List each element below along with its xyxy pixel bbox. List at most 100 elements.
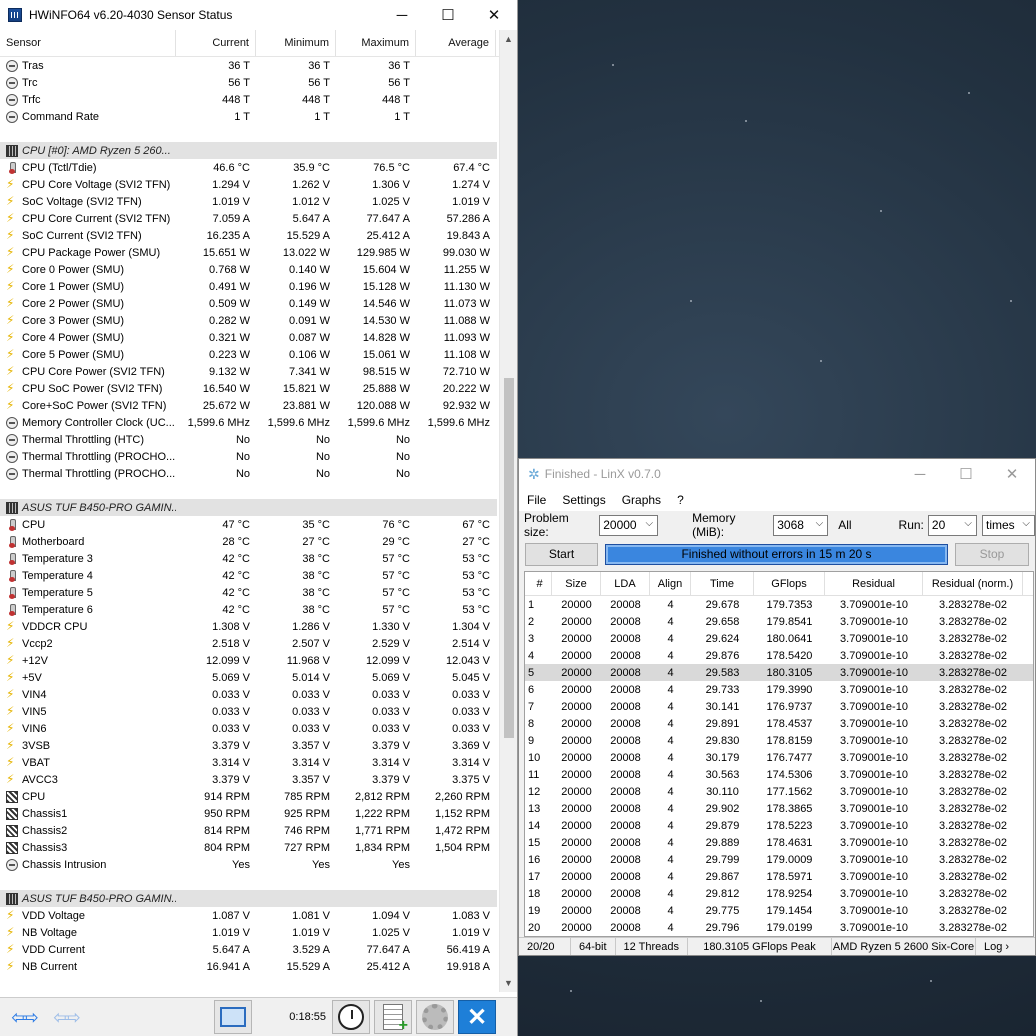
sensor-row[interactable]: Motherboard 28 °C 27 °C 29 °C 27 °C: [0, 533, 497, 550]
sensor-row[interactable]: VIN4 0.033 V 0.033 V 0.033 V 0.033 V: [0, 686, 497, 703]
sensor-row[interactable]: CPU Core Power (SVI2 TFN) 9.132 W 7.341 W 9…: [0, 363, 497, 380]
result-row[interactable]: 14 20000 20008 4 29.879 178.5223 3.709001e-10 3…: [525, 817, 1033, 834]
sensor-row[interactable]: Thermal Throttling (HTC) No No No: [0, 431, 497, 448]
sensor-list-scrollbar[interactable]: ▲ ▼: [499, 30, 517, 992]
column-header-current[interactable]: Current: [176, 30, 256, 56]
clock-button[interactable]: [332, 1000, 370, 1034]
memory-combo[interactable]: 3068 ⌵: [773, 514, 829, 536]
menu-help[interactable]: ?: [669, 493, 692, 507]
column-header-size[interactable]: Size: [552, 572, 601, 595]
report-button[interactable]: [374, 1000, 412, 1035]
result-row[interactable]: 2 20000 20008 4 29.658 179.8541 3.709001e-10 3.…: [525, 613, 1033, 630]
column-header-time[interactable]: Time: [691, 572, 754, 595]
sensor-row[interactable]: NB Voltage 1.019 V 1.019 V 1.025 V 1.019 V: [0, 924, 497, 941]
column-header-minimum[interactable]: Minimum: [256, 30, 336, 56]
result-row[interactable]: 9 20000 20008 4 29.830 178.8159 3.709001e-10 3.…: [525, 732, 1033, 749]
sensor-row[interactable]: CPU Core Current (SVI2 TFN) 7.059 A 5.647 …: [0, 210, 497, 227]
column-header-lda[interactable]: LDA: [601, 572, 650, 595]
sensor-row[interactable]: Trfc 448 T 448 T 448 T: [0, 91, 497, 108]
sensor-row[interactable]: CPU 914 RPM 785 RPM 2,812 RPM 2,260 RPM: [0, 788, 497, 805]
result-row[interactable]: 13 20000 20008 4 29.902 178.3865 3.709001e-10 3…: [525, 800, 1033, 817]
close-sensors-button[interactable]: ✕: [458, 1000, 496, 1034]
sensor-row[interactable]: VBAT 3.314 V 3.314 V 3.314 V 3.314 V: [0, 754, 497, 771]
sensor-row[interactable]: +5V 5.069 V 5.014 V 5.069 V 5.045 V: [0, 669, 497, 686]
sensor-row[interactable]: VIN5 0.033 V 0.033 V 0.033 V 0.033 V: [0, 703, 497, 720]
result-row[interactable]: 3 20000 20008 4 29.624 180.0641 3.709001e-10 3.…: [525, 630, 1033, 647]
result-row[interactable]: 12 20000 20008 4 30.110 177.1562 3.709001e-10 3…: [525, 783, 1033, 800]
sensor-row[interactable]: Temperature 6 42 °C 38 °C 57 °C 53 °C: [0, 601, 497, 618]
sensor-row[interactable]: SoC Voltage (SVI2 TFN) 1.019 V 1.012 V 1.02…: [0, 193, 497, 210]
sensor-row[interactable]: Trc 56 T 56 T 56 T: [0, 74, 497, 91]
maximize-button[interactable]: ☐: [425, 0, 471, 30]
sensor-row[interactable]: +12V 12.099 V 11.968 V 12.099 V 12.043 V: [0, 652, 497, 669]
sensor-row[interactable]: Core 1 Power (SMU) 0.491 W 0.196 W 15.128 W…: [0, 278, 497, 295]
menu-settings[interactable]: Settings: [554, 493, 613, 507]
sensor-row[interactable]: NB Current 16.941 A 15.529 A 25.412 A 19.918…: [0, 958, 497, 975]
nav-arrows-disabled-icon[interactable]: ⇦⇨: [44, 1000, 84, 1034]
linx-close-button[interactable]: ✕: [989, 459, 1035, 489]
column-header-sensor[interactable]: Sensor: [0, 30, 176, 56]
column-header-gflops[interactable]: GFlops: [754, 572, 825, 595]
sensor-row[interactable]: VDD Voltage 1.087 V 1.081 V 1.094 V 1.083 V: [0, 907, 497, 924]
hwinfo-titlebar[interactable]: HWiNFO64 v6.20-4030 Sensor Status ─ ☐ ✕: [0, 0, 517, 30]
problem-size-combo[interactable]: 20000 ⌵: [599, 514, 659, 536]
nav-arrows-icon[interactable]: ⇦⇨: [2, 1000, 42, 1034]
column-header-align[interactable]: Align: [650, 572, 691, 595]
sensor-group-header[interactable]: CPU [#0]: AMD Ryzen 5 260...: [0, 142, 497, 159]
result-row[interactable]: 4 20000 20008 4 29.876 178.5420 3.709001e-10 3.…: [525, 647, 1033, 664]
sensor-row[interactable]: Memory Controller Clock (UC... 1,599.6 MH…: [0, 414, 497, 431]
linx-maximize-button[interactable]: ☐: [943, 459, 989, 489]
result-row[interactable]: 15 20000 20008 4 29.889 178.4631 3.709001e-10 3…: [525, 834, 1033, 851]
sensor-row[interactable]: 3VSB 3.379 V 3.357 V 3.379 V 3.369 V: [0, 737, 497, 754]
sensor-row[interactable]: Chassis2 814 RPM 746 RPM 1,771 RPM 1,472 RPM: [0, 822, 497, 839]
sensor-row[interactable]: AVCC3 3.379 V 3.357 V 3.379 V 3.375 V: [0, 771, 497, 788]
scrollbar-thumb[interactable]: [504, 378, 514, 738]
column-header-average[interactable]: Average: [416, 30, 496, 56]
result-row[interactable]: 5 20000 20008 4 29.583 180.3105 3.709001e-10 3.…: [525, 664, 1033, 681]
sensor-row[interactable]: Chassis3 804 RPM 727 RPM 1,834 RPM 1,504 RPM: [0, 839, 497, 856]
sensor-row[interactable]: Temperature 4 42 °C 38 °C 57 °C 53 °C: [0, 567, 497, 584]
scroll-up-arrow-icon[interactable]: ▲: [500, 30, 517, 48]
menu-file[interactable]: File: [519, 493, 554, 507]
minimize-button[interactable]: ─: [379, 0, 425, 30]
sensor-row[interactable]: Temperature 5 42 °C 38 °C 57 °C 53 °C: [0, 584, 497, 601]
sensor-row[interactable]: Thermal Throttling (PROCHO... No No No: [0, 465, 497, 482]
sensor-row[interactable]: Temperature 3 42 °C 38 °C 57 °C 53 °C: [0, 550, 497, 567]
result-row[interactable]: 18 20000 20008 4 29.812 178.9254 3.709001e-10 3…: [525, 885, 1033, 902]
start-button[interactable]: Start: [525, 542, 598, 566]
linx-titlebar[interactable]: ✲ Finished - LinX v0.7.0 ─ ☐ ✕: [519, 459, 1035, 489]
sensor-row[interactable]: VIN6 0.033 V 0.033 V 0.033 V 0.033 V: [0, 720, 497, 737]
result-row[interactable]: 7 20000 20008 4 30.141 176.9737 3.709001e-10 3.…: [525, 698, 1033, 715]
close-button[interactable]: ✕: [471, 0, 517, 30]
column-header-residual-norm[interactable]: Residual (norm.): [923, 572, 1023, 595]
result-row[interactable]: 11 20000 20008 4 30.563 174.5306 3.709001e-10 3…: [525, 766, 1033, 783]
sensor-row[interactable]: Core+SoC Power (SVI2 TFN) 25.672 W 23.881 …: [0, 397, 497, 414]
result-row[interactable]: 6 20000 20008 4 29.733 179.3990 3.709001e-10 3.…: [525, 681, 1033, 698]
result-row[interactable]: 20 20000 20008 4 29.796 179.0199 3.709001e-10 3…: [525, 919, 1033, 936]
linx-minimize-button[interactable]: ─: [897, 459, 943, 489]
sensor-row[interactable]: Core 5 Power (SMU) 0.223 W 0.106 W 15.061 W…: [0, 346, 497, 363]
sensor-row[interactable]: Chassis1 950 RPM 925 RPM 1,222 RPM 1,152 RPM: [0, 805, 497, 822]
sensor-row[interactable]: Core 2 Power (SMU) 0.509 W 0.149 W 14.546 W…: [0, 295, 497, 312]
result-row[interactable]: 16 20000 20008 4 29.799 179.0009 3.709001e-10 3…: [525, 851, 1033, 868]
sensor-row[interactable]: Chassis Intrusion Yes Yes Yes: [0, 856, 497, 873]
result-row[interactable]: 8 20000 20008 4 29.891 178.4537 3.709001e-10 3.…: [525, 715, 1033, 732]
sensor-group-header[interactable]: ASUS TUF B450-PRO GAMIN...: [0, 890, 497, 907]
sensor-row[interactable]: Tras 36 T 36 T 36 T: [0, 57, 497, 74]
run-count-combo[interactable]: 20 ⌵: [927, 514, 977, 536]
sensor-group-header[interactable]: ASUS TUF B450-PRO GAMIN...: [0, 499, 497, 516]
settings-button[interactable]: [416, 1000, 454, 1034]
sensor-row[interactable]: CPU (Tctl/Tdie) 46.6 °C 35.9 °C 76.5 °C 67.4…: [0, 159, 497, 176]
sensor-row[interactable]: CPU SoC Power (SVI2 TFN) 16.540 W 15.821 W…: [0, 380, 497, 397]
sensor-row[interactable]: CPU Core Voltage (SVI2 TFN) 1.294 V 1.262 …: [0, 176, 497, 193]
sensor-row[interactable]: Vccp2 2.518 V 2.507 V 2.529 V 2.514 V: [0, 635, 497, 652]
sensor-row[interactable]: SoC Current (SVI2 TFN) 16.235 A 15.529 A 25…: [0, 227, 497, 244]
result-row[interactable]: 19 20000 20008 4 29.775 179.1454 3.709001e-10 3…: [525, 902, 1033, 919]
sensor-row[interactable]: Core 4 Power (SMU) 0.321 W 0.087 W 14.828 W…: [0, 329, 497, 346]
network-button[interactable]: [214, 1000, 252, 1034]
sensor-row[interactable]: CPU 47 °C 35 °C 76 °C 67 °C: [0, 516, 497, 533]
result-row[interactable]: 1 20000 20008 4 29.678 179.7353 3.709001e-10 3.…: [525, 596, 1033, 613]
stop-button[interactable]: Stop: [955, 542, 1029, 566]
memory-all-option[interactable]: All: [838, 518, 851, 532]
column-header-index[interactable]: #: [525, 572, 552, 595]
